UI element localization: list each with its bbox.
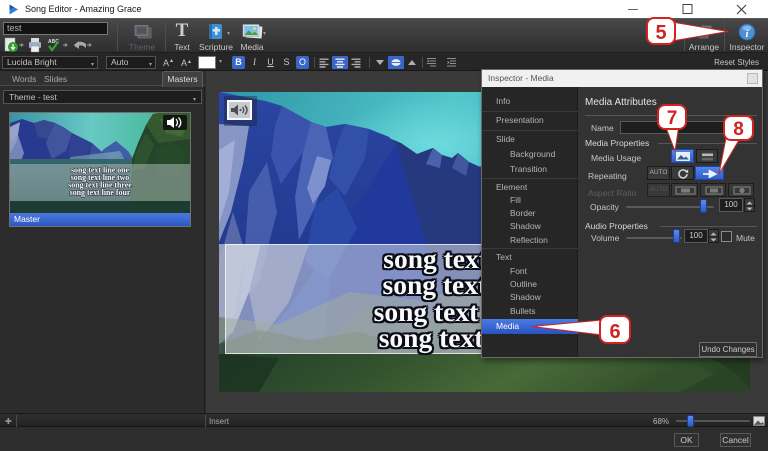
- svg-text:song text line four: song text line four: [70, 188, 131, 197]
- svg-text:▴: ▴: [170, 58, 173, 64]
- svg-text:7: 7: [667, 108, 678, 129]
- svg-text:A: A: [163, 58, 169, 68]
- svg-text:A: A: [181, 58, 187, 68]
- svg-text:5: 5: [655, 22, 666, 44]
- svg-text:8: 8: [733, 119, 744, 140]
- svg-text:▴: ▴: [188, 59, 191, 65]
- svg-text:6: 6: [609, 321, 620, 343]
